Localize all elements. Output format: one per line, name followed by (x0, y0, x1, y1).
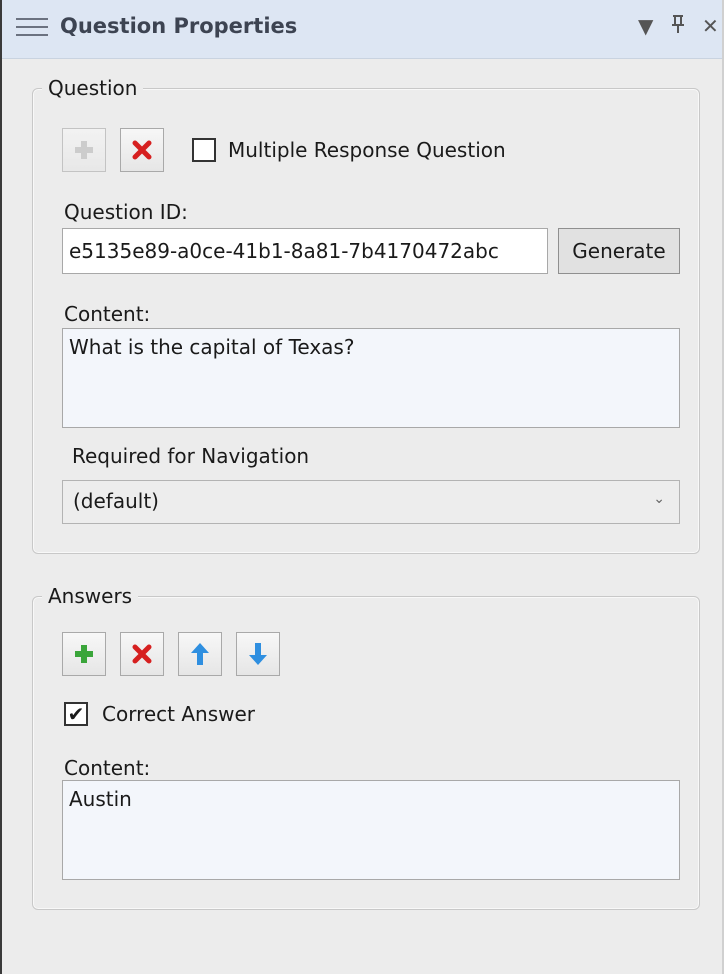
multiple-response-label: Multiple Response Question (228, 138, 506, 162)
move-down-button[interactable] (236, 632, 280, 676)
dropdown-icon[interactable]: ▼ (638, 14, 653, 38)
question-group-label: Question (42, 76, 144, 100)
answer-content-label: Content: (64, 756, 151, 780)
move-up-button[interactable] (178, 632, 222, 676)
chevron-down-icon: ⌄ (653, 491, 665, 507)
delete-question-button[interactable] (120, 128, 164, 172)
pin-icon[interactable] (670, 14, 686, 39)
answers-group-label: Answers (42, 584, 139, 608)
panel-title: Question Properties (60, 14, 298, 38)
question-content-field[interactable]: What is the capital of Texas? (62, 328, 680, 428)
arrow-up-icon (191, 643, 209, 665)
generate-button[interactable]: Generate (558, 228, 680, 274)
correct-answer-label: Correct Answer (102, 702, 256, 726)
multiple-response-checkbox[interactable] (192, 138, 216, 162)
add-icon (75, 645, 93, 663)
close-icon[interactable]: ✕ (702, 14, 719, 38)
panel-titlebar: Question Properties ▼ ✕ (2, 0, 722, 59)
delete-answer-button[interactable] (120, 632, 164, 676)
arrow-down-icon (249, 643, 267, 665)
content-label: Content: (64, 302, 151, 326)
required-nav-value: (default) (73, 489, 159, 513)
question-id-field[interactable]: e5135e89-a0ce-41b1-8a81-7b4170472abc (62, 228, 548, 274)
menu-icon[interactable] (16, 18, 48, 42)
question-properties-panel: Question Properties ▼ ✕ Question Multipl… (0, 0, 724, 974)
answer-content-field[interactable]: Austin (62, 780, 680, 880)
add-answer-button[interactable] (62, 632, 106, 676)
delete-icon (132, 140, 152, 160)
add-icon (75, 141, 93, 159)
correct-answer-checkbox[interactable]: ✔ (64, 702, 88, 726)
delete-icon (132, 644, 152, 664)
required-nav-label: Required for Navigation (72, 444, 310, 468)
required-nav-select[interactable]: (default) ⌄ (62, 480, 680, 524)
question-id-label: Question ID: (64, 200, 188, 224)
add-question-button[interactable] (62, 128, 106, 172)
